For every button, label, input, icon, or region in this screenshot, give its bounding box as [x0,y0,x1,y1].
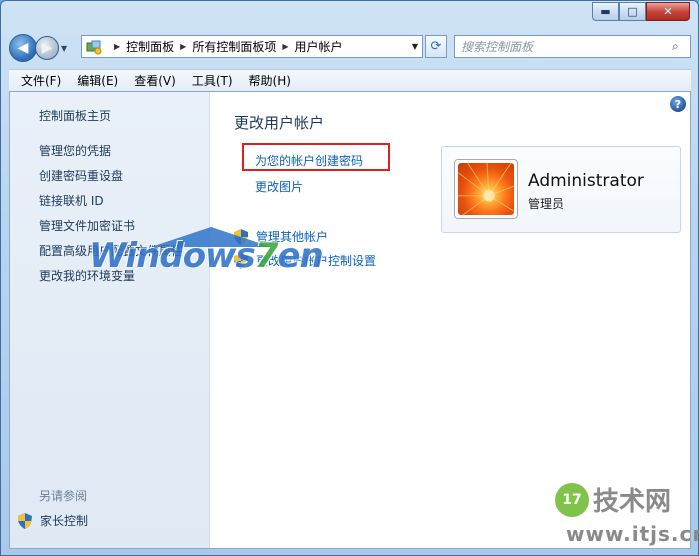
sidebar-item-home[interactable]: 控制面板主页 [39,107,111,124]
forward-button[interactable]: ▶ [35,36,59,60]
control-panel-window: ▬ □ ✕ ◀ ▶ ▼ ▶ 控制面板 ▶ 所有控制面板项 ▶ 用户帐户 ▼ ⟳ … [0,0,699,556]
help-icon[interactable]: ? [670,96,686,112]
page-title: 更改用户帐户 [234,114,325,132]
sidebar-item-credentials[interactable]: 管理您的凭据 [39,142,111,159]
breadcrumb-user-accounts[interactable]: 用户帐户 [295,38,343,55]
minimize-button[interactable]: ▬ [592,2,619,21]
watermark-text: Windows [89,236,256,276]
maximize-button[interactable]: □ [619,2,646,21]
account-card: Administrator 管理员 [441,146,681,233]
sidebar-item-encryption-cert[interactable]: 管理文件加密证书 [39,217,135,234]
change-picture-link[interactable]: 更改图片 [255,178,303,195]
back-button[interactable]: ◀ [9,34,37,62]
close-button[interactable]: ✕ [646,2,690,21]
menu-help[interactable]: 帮助(H) [241,72,299,89]
sidebar-item-reset-disk[interactable]: 创建密码重设盘 [39,167,123,184]
avatar[interactable] [454,159,518,219]
watermark-text: en [277,236,323,276]
sidebar-item-online-id[interactable]: 链接联机 ID [39,192,104,209]
create-password-link[interactable]: 为您的帐户创建密码 [255,152,363,169]
account-role: 管理员 [528,197,565,211]
menu-view[interactable]: 查看(V) [126,72,184,89]
watermark-title: 技术网 [593,487,672,517]
flower-picture-icon [458,163,514,215]
uac-shield-icon [18,512,32,529]
breadcrumb-control-panel[interactable]: 控制面板 [126,38,174,55]
breadcrumb-all-items[interactable]: 所有控制面板项 [192,38,276,55]
petal-pattern-icon [458,163,514,215]
menu-file[interactable]: 文件(F) [13,72,69,89]
sidebar: 控制面板主页 管理您的凭据 创建密码重设盘 链接联机 ID 管理文件加密证书 配… [10,92,210,548]
breadcrumb-separator-icon[interactable]: ▶ [114,42,120,51]
menu-tools[interactable]: 工具(T) [184,72,241,89]
watermark-badge: 17 [555,482,589,517]
sidebar-item-label: 家长控制 [40,514,89,528]
caption-buttons: ▬ □ ✕ [592,2,690,21]
refresh-button[interactable]: ⟳ [425,35,447,58]
menu-bar: 文件(F) 编辑(E) 查看(V) 工具(T) 帮助(H) [9,69,691,91]
see-also-heading: 另请参阅 [39,489,88,503]
address-dropdown-icon[interactable]: ▼ [412,42,418,51]
search-box[interactable]: 搜索控制面板 ⌕ [454,35,691,58]
watermark-itjs: 17 技术网 [555,481,671,518]
navigation-bar: ◀ ▶ ▼ ▶ 控制面板 ▶ 所有控制面板项 ▶ 用户帐户 ▼ ⟳ 搜索控制面板… [9,33,691,63]
watermark-seven: 7 [254,236,279,276]
watermark-windows7en: Windows7en [89,236,324,276]
menu-edit[interactable]: 编辑(E) [69,72,126,89]
control-panel-icon [86,40,102,54]
recent-pages-dropdown[interactable]: ▼ [61,44,75,53]
sidebar-item-parental-controls[interactable]: 家长控制 [18,512,88,529]
search-icon[interactable]: ⌕ [672,39,690,54]
breadcrumb-separator-icon[interactable]: ▶ [180,42,186,51]
address-bar[interactable]: ▶ 控制面板 ▶ 所有控制面板项 ▶ 用户帐户 ▼ [81,35,423,58]
account-name: Administrator [528,171,644,191]
search-input[interactable]: 搜索控制面板 [461,38,672,55]
breadcrumb-separator-icon[interactable]: ▶ [282,42,288,51]
watermark-url: www.itjs.cn [566,522,699,546]
